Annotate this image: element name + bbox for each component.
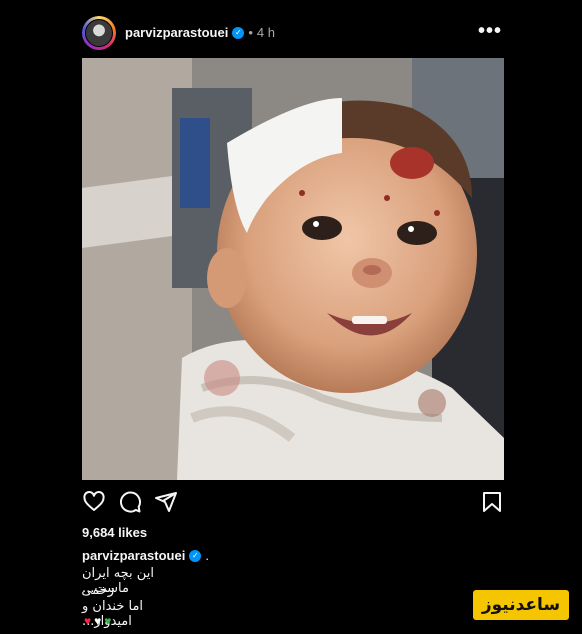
photo-illustration xyxy=(82,58,504,480)
post-header: parvizparastouei ✓ • 4 h ••• xyxy=(82,14,504,52)
comment-icon[interactable] xyxy=(118,490,142,514)
post-photo[interactable] xyxy=(82,58,504,480)
green-heart-icon: ♥ xyxy=(104,614,115,628)
likes-count[interactable]: 9,684 likes xyxy=(82,525,147,540)
username-link[interactable]: parvizparastouei xyxy=(125,25,228,40)
post-actions xyxy=(82,490,504,516)
avatar[interactable] xyxy=(82,16,116,50)
caption-hearts: ♥♥♥ xyxy=(84,614,114,628)
verified-badge-icon: ✓ xyxy=(232,26,245,39)
avatar-image xyxy=(85,19,113,47)
more-options-button[interactable]: ••• xyxy=(478,20,502,43)
post-time[interactable]: 4 h xyxy=(257,25,275,40)
caption-line: زخمی xyxy=(81,583,114,598)
red-heart-icon: ♥ xyxy=(84,614,95,628)
caption-username-link[interactable]: parvizparastouei xyxy=(82,548,185,563)
send-icon[interactable] xyxy=(154,490,178,514)
post-author-row: parvizparastouei ✓ • 4 h xyxy=(125,25,275,40)
caption-suffix: . xyxy=(205,548,209,563)
heart-icon[interactable] xyxy=(82,490,106,514)
caption-author-row: parvizparastouei ✓ . xyxy=(82,548,209,563)
watermark-logo: ساعدنیوز xyxy=(473,590,569,620)
verified-badge-icon: ✓ xyxy=(189,549,202,562)
bookmark-icon[interactable] xyxy=(480,490,504,514)
white-heart-icon: ♥ xyxy=(94,614,105,628)
separator-dot: • xyxy=(248,25,253,40)
